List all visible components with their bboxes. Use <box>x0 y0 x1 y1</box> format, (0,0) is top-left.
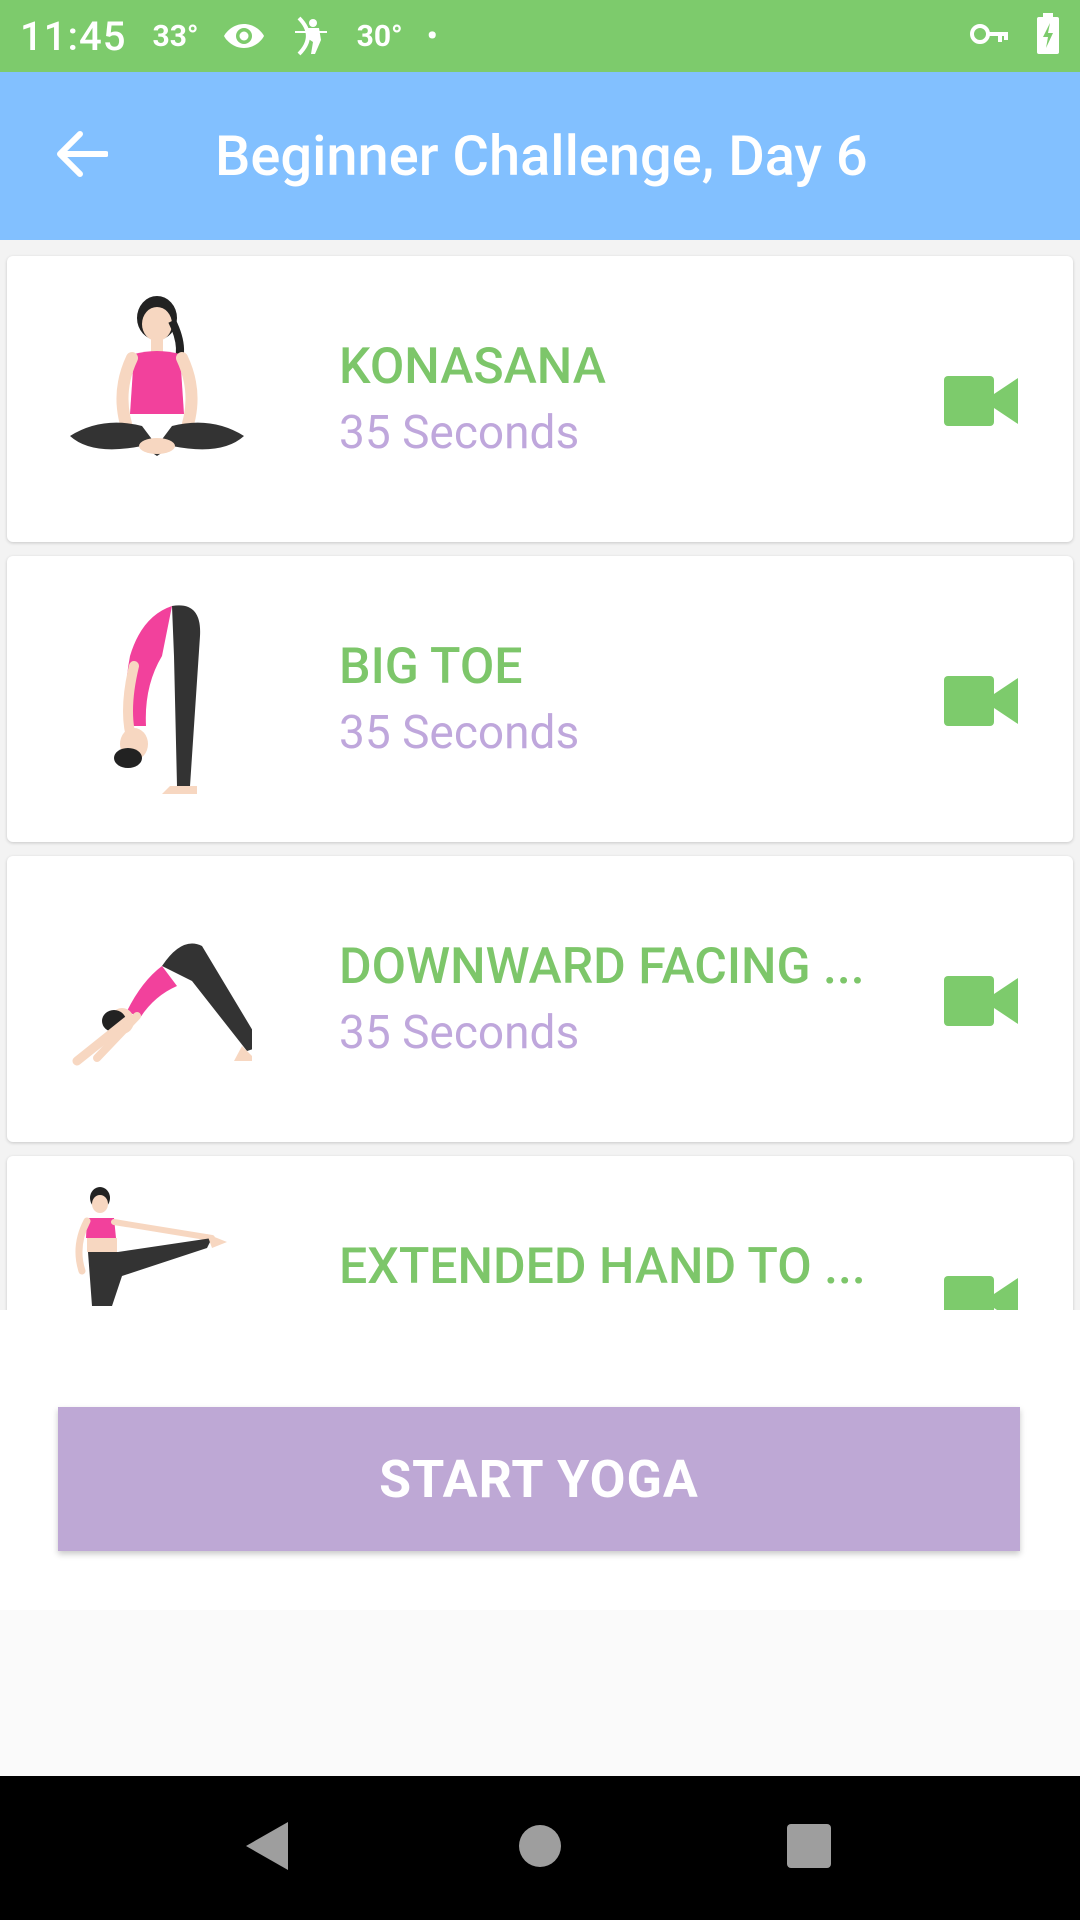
video-camera-icon <box>944 976 1018 1026</box>
exercise-card-big-toe[interactable]: BIG TOE 35 Seconds <box>7 556 1073 842</box>
exercise-card-downward-facing[interactable]: DOWNWARD FACING ... 35 Seconds <box>7 856 1073 1142</box>
square-recents-icon <box>787 1824 831 1868</box>
exercise-card-extended-hand[interactable]: EXTENDED HAND TO ... <box>7 1156 1073 1310</box>
video-camera-icon <box>944 376 1018 426</box>
exercise-name: BIG TOE <box>339 638 523 696</box>
exercise-duration: 35 Seconds <box>339 1006 580 1060</box>
exercise-list[interactable]: KONASANA 35 Seconds BIG TOE 35 Seconds D… <box>0 240 1080 1310</box>
big-toe-pose-illustration <box>62 596 252 796</box>
archer-icon <box>289 14 333 58</box>
notification-dot: • <box>426 18 438 54</box>
battery-charging-icon <box>1036 13 1060 59</box>
system-navigation-bar <box>0 1776 1080 1920</box>
video-camera-icon <box>944 1276 1018 1310</box>
footer-spacer <box>0 1610 1080 1776</box>
start-yoga-button[interactable]: START YOGA <box>58 1407 1020 1551</box>
status-bar: 11:45 33° 30° • <box>0 0 1080 72</box>
video-button[interactable] <box>944 674 1020 728</box>
triangle-back-icon <box>246 1822 288 1870</box>
arrow-left-icon <box>56 131 109 181</box>
status-temperature-1: 33° <box>152 18 199 54</box>
back-button[interactable] <box>50 124 114 188</box>
nav-recents-button[interactable] <box>786 1823 832 1873</box>
status-time: 11:45 <box>20 12 127 60</box>
nav-back-button[interactable] <box>242 1820 290 1876</box>
nav-home-button[interactable] <box>517 1823 563 1873</box>
eye-icon <box>223 22 265 50</box>
video-button[interactable] <box>944 1274 1020 1310</box>
exercise-duration: 35 Seconds <box>339 706 580 760</box>
downward-dog-pose-illustration <box>62 896 262 1096</box>
exercise-name: KONASANA <box>339 338 606 396</box>
extended-hand-to-toe-pose-illustration <box>62 1186 252 1310</box>
app-bar: Beginner Challenge, Day 6 <box>0 72 1080 240</box>
exercise-card-konasana[interactable]: KONASANA 35 Seconds <box>7 256 1073 542</box>
page-title: Beginner Challenge, Day 6 <box>215 123 868 189</box>
exercise-duration: 35 Seconds <box>339 406 580 460</box>
status-temperature-2: 30° <box>356 18 403 54</box>
exercise-name: EXTENDED HAND TO ... <box>339 1238 866 1296</box>
konasana-pose-illustration <box>62 296 252 496</box>
video-camera-icon <box>944 676 1018 726</box>
video-button[interactable] <box>944 974 1020 1028</box>
vpn-key-icon <box>970 22 1010 50</box>
exercise-name: DOWNWARD FACING ... <box>339 938 865 996</box>
circle-home-icon <box>519 1825 561 1867</box>
video-button[interactable] <box>944 374 1020 428</box>
